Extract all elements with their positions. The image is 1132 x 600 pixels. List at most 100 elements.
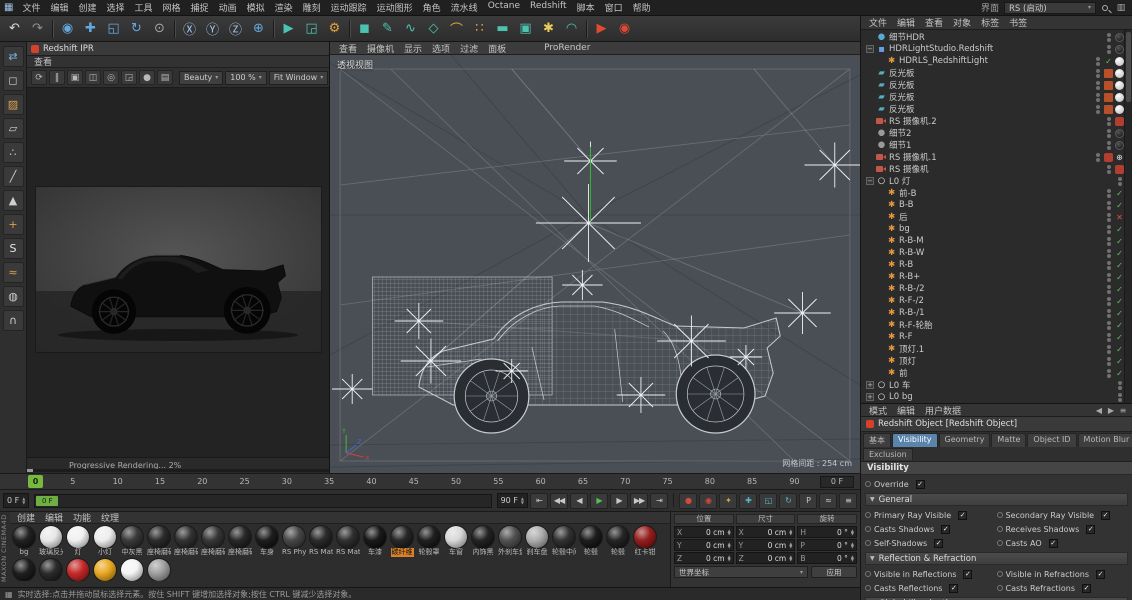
object-manager-menu-item[interactable]: 书签 xyxy=(1004,16,1032,29)
group-header[interactable]: ▼ Reflection & Refraction xyxy=(865,552,1128,565)
expand-toggle-icon[interactable] xyxy=(866,69,874,77)
visibility-dots-icon[interactable] xyxy=(1107,200,1111,210)
attribute-tab[interactable]: Exclusion xyxy=(863,448,913,460)
object-row[interactable]: RS 摄像机.2 xyxy=(864,115,1124,127)
z-axis-lock-icon[interactable]: Ⓩ xyxy=(224,18,247,40)
keyframe-dot-icon[interactable] xyxy=(996,526,1003,532)
history-back-icon[interactable]: ◀ xyxy=(1093,406,1105,415)
expand-toggle-icon[interactable] xyxy=(866,381,874,389)
keyframe-dot-icon[interactable] xyxy=(865,571,871,577)
material-sphere[interactable] xyxy=(40,526,62,548)
object-row[interactable]: 前 xyxy=(864,367,1124,379)
parameter-checkbox[interactable]: ✓ xyxy=(963,569,973,579)
material-sphere[interactable] xyxy=(94,526,116,548)
object-row[interactable]: 细节HDR xyxy=(864,31,1124,43)
material-sphere[interactable] xyxy=(121,526,143,548)
material-sphere[interactable] xyxy=(13,526,35,548)
record-scale-button[interactable]: ◱ xyxy=(759,492,777,509)
object-tag-icon[interactable] xyxy=(1115,345,1124,354)
object-tag-icon[interactable] xyxy=(1104,152,1113,162)
visibility-dots-icon[interactable] xyxy=(1107,320,1111,330)
expand-toggle-icon[interactable] xyxy=(866,81,874,89)
material-menu-item[interactable]: 功能 xyxy=(68,512,96,524)
object-tag-icon[interactable] xyxy=(1115,164,1124,174)
redshift-render-icon[interactable]: ▶ xyxy=(590,18,613,40)
object-tag-icon[interactable] xyxy=(1115,237,1124,246)
object-tag-icon[interactable] xyxy=(1115,297,1124,306)
object-tag-icon[interactable] xyxy=(1115,80,1124,90)
object-tag-icon[interactable] xyxy=(1115,225,1124,234)
render-view-icon[interactable]: ▶ xyxy=(277,18,300,40)
object-row[interactable]: R-B xyxy=(864,259,1124,271)
object-tag-icon[interactable] xyxy=(1115,140,1124,150)
object-row[interactable]: 顶灯.1 xyxy=(864,343,1124,355)
ipr-render-view[interactable] xyxy=(27,88,329,457)
menu-item[interactable]: Octane xyxy=(483,1,525,14)
material-sphere[interactable] xyxy=(175,526,197,548)
goto-start-button[interactable]: ⇤ xyxy=(530,492,548,509)
parameter-cell[interactable]: Casts AO ✓ xyxy=(996,538,1129,548)
live-selection-icon[interactable]: ◉ xyxy=(56,18,79,40)
parameter-checkbox[interactable]: ✓ xyxy=(1101,510,1111,520)
restart-render-icon[interactable]: ⟳ xyxy=(31,70,47,85)
menu-item[interactable]: 流水线 xyxy=(446,1,483,14)
snapshot-icon[interactable]: ▣ xyxy=(67,70,83,85)
object-tag-icon[interactable] xyxy=(1104,80,1113,90)
attribute-tab[interactable]: Object ID xyxy=(1027,433,1077,447)
record-parameter-button[interactable]: P xyxy=(799,492,817,509)
object-tag-icon[interactable] xyxy=(1115,201,1124,210)
polygons-mode-icon[interactable]: ▲ xyxy=(2,190,24,211)
parameter-checkbox[interactable]: ✓ xyxy=(1048,538,1058,548)
dynamics-mode-icon[interactable]: ≈ xyxy=(2,262,24,283)
material-item[interactable]: 外刹车盘 xyxy=(498,526,522,557)
timeline-slider[interactable]: 0 F xyxy=(34,493,492,508)
visibility-dots-icon[interactable] xyxy=(1096,56,1100,66)
parameter-checkbox[interactable]: ✓ xyxy=(949,583,959,593)
object-manager-menu-item[interactable]: 查看 xyxy=(920,16,948,29)
history-forward-icon[interactable]: ▶ xyxy=(1105,406,1117,415)
parameter-cell[interactable]: Casts Reflections ✓ xyxy=(865,583,997,593)
expand-toggle-icon[interactable] xyxy=(876,225,884,233)
menu-item[interactable]: 雕刻 xyxy=(298,1,326,14)
material-item[interactable] xyxy=(66,559,90,581)
timeline-options-button[interactable]: ≡ xyxy=(839,492,857,509)
expand-toggle-icon[interactable] xyxy=(876,261,884,269)
menu-item[interactable]: 动画 xyxy=(214,1,242,14)
compare-ab-icon[interactable]: ◫ xyxy=(85,70,101,85)
material-item[interactable]: RS Phys xyxy=(282,526,306,557)
visibility-dots-icon[interactable] xyxy=(1107,212,1111,222)
attribute-tab[interactable]: 基本 xyxy=(863,433,891,447)
parameter-cell[interactable]: Primary Ray Visible ✓ xyxy=(865,510,997,520)
menu-item[interactable]: 文件 xyxy=(17,1,45,14)
menu-item[interactable]: 窗口 xyxy=(600,1,628,14)
visibility-dots-icon[interactable] xyxy=(1107,236,1111,246)
parameter-cell[interactable]: Casts Shadows ✓ xyxy=(865,524,997,534)
record-rotation-button[interactable]: ↻ xyxy=(779,492,797,509)
coordinate-field[interactable]: X0 cm ▲ ▼ xyxy=(735,526,796,538)
object-row[interactable]: L0 灯 xyxy=(864,175,1124,187)
expand-toggle-icon[interactable] xyxy=(866,105,874,113)
expand-toggle-icon[interactable] xyxy=(876,273,884,281)
material-item[interactable]: 灯 xyxy=(66,526,90,557)
object-row[interactable]: RS 摄像机.1 xyxy=(864,151,1124,163)
redshift-ipr-icon[interactable]: ◉ xyxy=(613,18,636,40)
object-tag-icon[interactable] xyxy=(1104,92,1113,102)
coordinate-field[interactable]: Z0 cm ▲ ▼ xyxy=(735,552,796,564)
attribute-menu-item[interactable]: 用户数据 xyxy=(920,404,966,417)
record-pla-button[interactable]: ≈ xyxy=(819,492,837,509)
material-item[interactable]: bg xyxy=(12,526,36,557)
keyframe-dot-icon[interactable] xyxy=(996,571,1003,577)
material-sphere[interactable] xyxy=(364,526,386,548)
search-icon[interactable] xyxy=(1098,2,1112,14)
material-sphere[interactable] xyxy=(607,526,629,548)
record-keyframe-button[interactable]: ● xyxy=(679,492,697,509)
object-row[interactable]: 反光板 xyxy=(864,67,1124,79)
material-sphere[interactable] xyxy=(391,526,413,548)
material-item[interactable] xyxy=(12,559,36,581)
object-tag-icon[interactable] xyxy=(1115,104,1124,114)
attribute-tab[interactable]: Geometry xyxy=(938,433,991,447)
ipr-menu-item[interactable]: 查看 xyxy=(29,55,57,68)
expand-toggle-icon[interactable] xyxy=(876,297,884,305)
next-key-button[interactable]: ▶▶ xyxy=(630,492,648,509)
object-tag-icon[interactable] xyxy=(1115,261,1124,270)
